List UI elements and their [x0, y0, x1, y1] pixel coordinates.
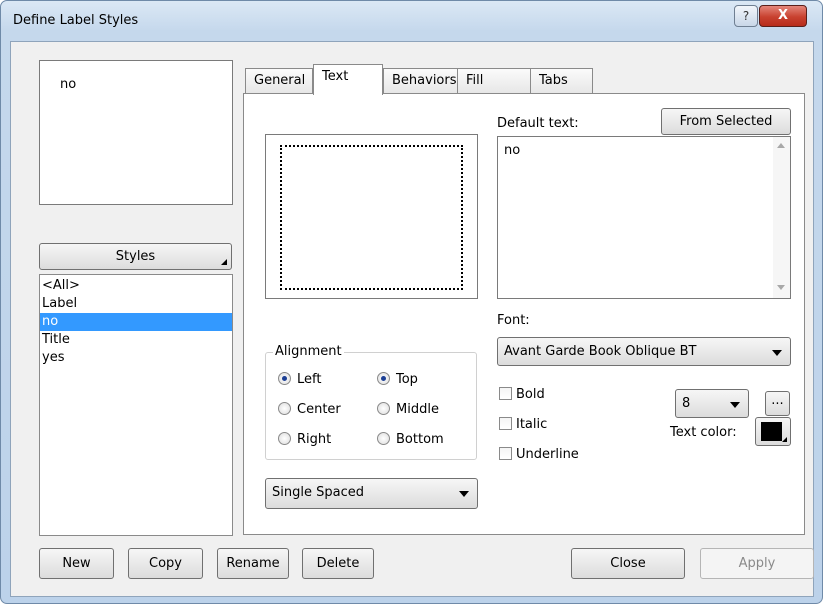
help-button[interactable]: ?	[734, 5, 758, 27]
list-item[interactable]: Label	[40, 295, 232, 313]
scroll-down-icon[interactable]	[777, 285, 785, 290]
tab-text[interactable]: Text	[313, 64, 383, 95]
close-button[interactable]: Close	[571, 548, 685, 579]
list-item[interactable]: <All>	[40, 277, 232, 295]
checkbox-icon	[499, 447, 512, 460]
list-item[interactable]: Title	[40, 331, 232, 349]
title-bar: Define Label Styles ? X	[1, 1, 822, 41]
font-size-select[interactable]: 8	[675, 389, 749, 418]
font-label: Font:	[497, 313, 530, 328]
rename-button[interactable]: Rename	[217, 548, 289, 579]
align-bottom-radio[interactable]: Bottom	[377, 432, 444, 448]
underline-checkbox[interactable]: Underline	[499, 447, 579, 463]
text-color-button[interactable]	[755, 417, 791, 446]
alignment-group: Alignment Left Center Right Top Middle B…	[265, 344, 477, 460]
align-center-label: Center	[297, 402, 341, 417]
line-spacing-value: Single Spaced	[272, 485, 364, 500]
default-text-value: no	[504, 143, 521, 158]
default-text-scrollbar[interactable]	[773, 137, 790, 298]
tab-fill[interactable]: Fill	[457, 68, 531, 94]
text-preview-frame	[265, 134, 478, 299]
menu-corner-icon	[221, 259, 227, 265]
italic-checkbox[interactable]: Italic	[499, 417, 547, 433]
font-size-value: 8	[682, 396, 691, 411]
scroll-up-icon[interactable]	[777, 143, 785, 148]
font-select-value: Avant Garde Book Oblique BT	[504, 344, 697, 359]
alignment-group-title: Alignment	[273, 344, 344, 359]
align-right-label: Right	[297, 432, 332, 447]
radio-icon	[377, 432, 390, 445]
list-item-selected[interactable]: no	[40, 313, 232, 331]
align-bottom-label: Bottom	[396, 432, 444, 447]
list-item[interactable]: yes	[40, 349, 232, 367]
style-preview-text: no	[60, 77, 77, 92]
dialog-body: no Styles <All> Label no Title yes Gener…	[10, 41, 814, 597]
apply-button[interactable]: Apply	[700, 548, 814, 579]
italic-label: Italic	[516, 417, 548, 432]
dialog-window: Define Label Styles ? X no Styles <All> …	[0, 0, 823, 604]
radio-selected-icon	[377, 372, 390, 385]
text-color-label: Text color:	[670, 425, 737, 440]
styles-list[interactable]: <All> Label no Title yes	[39, 274, 233, 536]
styles-menu-button-label: Styles	[115, 249, 156, 264]
align-left-radio[interactable]: Left	[278, 372, 321, 388]
chevron-down-icon	[772, 350, 782, 356]
font-select[interactable]: Avant Garde Book Oblique BT	[497, 337, 791, 366]
bold-checkbox[interactable]: Bold	[499, 387, 545, 403]
radio-icon	[278, 402, 291, 415]
default-text-label: Default text:	[497, 116, 579, 131]
text-color-swatch	[761, 422, 782, 441]
styles-menu-button[interactable]: Styles	[39, 243, 232, 270]
close-window-button[interactable]: X	[759, 5, 807, 27]
line-spacing-select[interactable]: Single Spaced	[265, 478, 478, 509]
tab-behaviors[interactable]: Behaviors	[383, 68, 466, 94]
tab-general[interactable]: General	[245, 68, 313, 94]
menu-corner-icon	[782, 437, 787, 442]
radio-icon	[377, 402, 390, 415]
default-text-area[interactable]: no	[497, 136, 791, 299]
align-top-radio[interactable]: Top	[377, 372, 418, 388]
window-title: Define Label Styles	[13, 13, 139, 28]
checkbox-icon	[499, 387, 512, 400]
underline-label: Underline	[516, 447, 579, 462]
font-options-button[interactable]: ...	[765, 391, 790, 416]
copy-button[interactable]: Copy	[128, 548, 203, 579]
chevron-down-icon	[459, 491, 469, 497]
align-center-radio[interactable]: Center	[278, 402, 341, 418]
align-right-radio[interactable]: Right	[278, 432, 331, 448]
text-bounds-outline	[280, 145, 463, 290]
style-preview: no	[39, 60, 233, 205]
align-middle-label: Middle	[396, 402, 439, 417]
from-selected-button[interactable]: From Selected	[661, 108, 791, 135]
text-tab-panel: Default text: From Selected no Font: Ava…	[243, 93, 805, 535]
align-top-label: Top	[396, 372, 418, 387]
bold-label: Bold	[516, 387, 545, 402]
align-left-label: Left	[297, 372, 322, 387]
chevron-down-icon	[730, 402, 740, 408]
tab-tabs[interactable]: Tabs	[530, 68, 593, 94]
radio-icon	[278, 432, 291, 445]
new-button[interactable]: New	[39, 548, 114, 579]
delete-button[interactable]: Delete	[302, 548, 374, 579]
radio-selected-icon	[278, 372, 291, 385]
align-middle-radio[interactable]: Middle	[377, 402, 439, 418]
checkbox-icon	[499, 417, 512, 430]
